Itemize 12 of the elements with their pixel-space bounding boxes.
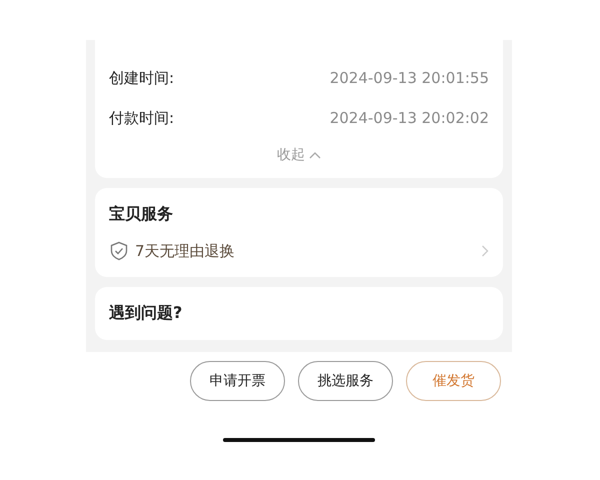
section-title: 遇到问题? [109,303,184,324]
field-label: 创建时间: [109,68,174,88]
service-label: 7天无理由退换 [135,242,236,260]
shield-check-icon [109,241,129,261]
field-value: 2024-09-13 20:01:55 [330,69,489,87]
chevron-up-icon [309,151,321,159]
section-title: 宝贝服务 [109,204,174,225]
field-value: 2024-09-13 20:02:02 [330,109,489,127]
action-button[interactable]: 申请开票 [190,361,285,401]
chevron-right-icon[interactable] [481,245,489,257]
field-label: 付款时间: [109,108,174,128]
action-button[interactable]: 挑选服务 [298,361,393,401]
